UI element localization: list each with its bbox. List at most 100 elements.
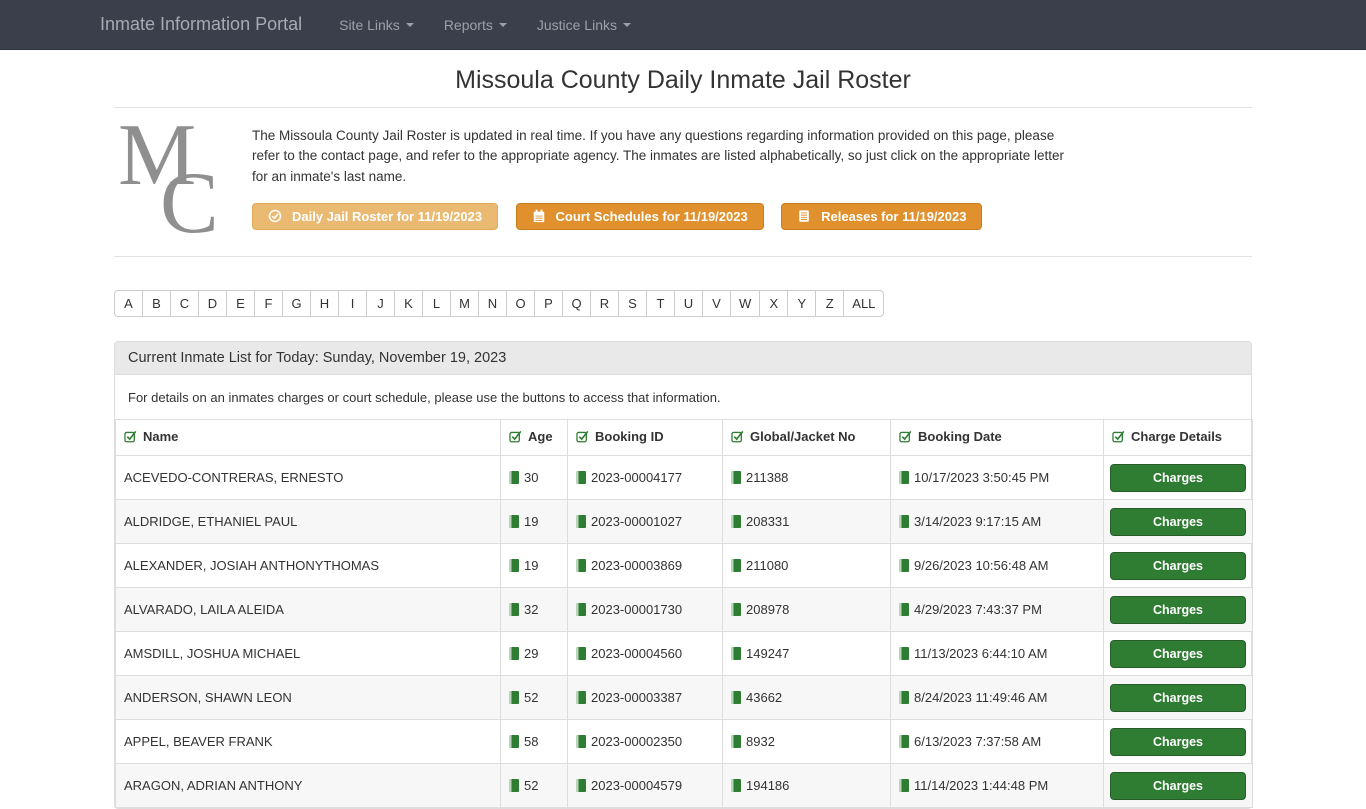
charges-button[interactable]: Charges (1110, 683, 1246, 712)
alphabet-letter-button[interactable]: D (198, 290, 227, 317)
top-navbar: Inmate Information Portal Site Links Rep… (0, 0, 1366, 50)
alphabet-letter-button[interactable]: Z (815, 290, 845, 317)
jacket-no-cell: 208331 (722, 499, 891, 544)
alphabet-letter-button[interactable]: C (170, 290, 199, 317)
charges-cell: Charges (1103, 719, 1253, 764)
table-row: ALEXANDER, JOSIAH ANTHONYTHOMAS 19 2023-… (115, 543, 1253, 588)
name-cell: AMSDILL, JOSHUA MICHAEL (115, 631, 501, 676)
age-cell: 52 (500, 763, 568, 808)
booking-date-cell: 10/17/2023 3:50:45 PM (890, 455, 1104, 500)
book-icon (509, 559, 519, 572)
charges-button[interactable]: Charges (1110, 507, 1246, 536)
age-cell: 19 (500, 543, 568, 588)
jacket-no-cell: 149247 (722, 631, 891, 676)
alphabet-letter-button[interactable]: J (366, 290, 395, 317)
daily-jail-roster-label: Daily Jail Roster for 11/19/2023 (292, 208, 483, 224)
charges-button[interactable]: Charges (1110, 463, 1246, 492)
nav-reports-label: Reports (443, 16, 493, 33)
caret-down-icon (405, 22, 414, 27)
age-cell: 30 (500, 455, 568, 500)
name-cell: ARAGON, ADRIAN ANTHONY (115, 763, 501, 808)
alphabet-letter-button[interactable]: A (114, 290, 143, 317)
inmate-table: Name Age Booking ID Global/Jacket No Boo… (115, 419, 1253, 808)
book-icon (899, 559, 909, 572)
table-row: ALDRIDGE, ETHANIEL PAUL 19 2023-00001027… (115, 499, 1253, 544)
nav-site-links[interactable]: Site Links (324, 17, 429, 33)
alphabet-letter-button[interactable]: V (702, 290, 731, 317)
charges-cell: Charges (1103, 675, 1253, 720)
caret-down-icon (623, 22, 631, 27)
alphabet-letter-button[interactable]: K (394, 290, 423, 317)
book-icon (899, 735, 909, 748)
alphabet-letter-button[interactable]: T (646, 290, 675, 317)
alphabet-nav: A B C D E F G H I J K L M N O P Q R S T … (114, 290, 1252, 317)
alphabet-letter-button[interactable]: W (730, 290, 761, 317)
alphabet-letter-button[interactable]: P (534, 290, 563, 317)
book-icon (899, 471, 909, 484)
alphabet-letter-button[interactable]: Y (787, 290, 817, 317)
alphabet-letter-button[interactable]: O (506, 290, 535, 317)
age-cell: 52 (500, 675, 568, 720)
alphabet-letter-button[interactable]: E (226, 290, 255, 317)
book-icon (576, 647, 586, 660)
charges-cell: Charges (1103, 499, 1253, 544)
charges-button[interactable]: Charges (1110, 727, 1246, 756)
book-icon (731, 779, 741, 792)
charges-cell: Charges (1103, 587, 1253, 632)
charges-button[interactable]: Charges (1110, 639, 1246, 668)
table-body: ACEVEDO-CONTRERAS, ERNESTO 30 2023-00004… (115, 455, 1253, 808)
alphabet-letter-button[interactable]: ALL (843, 290, 885, 317)
charges-cell: Charges (1103, 631, 1253, 676)
check-square-icon (899, 430, 912, 443)
age-cell: 19 (500, 499, 568, 544)
charges-button[interactable]: Charges (1110, 771, 1246, 800)
check-square-icon (1112, 430, 1125, 443)
jacket-no-cell: 211388 (722, 455, 891, 500)
book-icon (731, 515, 741, 528)
jacket-no-cell: 194186 (722, 763, 891, 808)
alphabet-letter-button[interactable]: H (310, 290, 339, 317)
action-button-row: Daily Jail Roster for 11/19/2023 Court S… (252, 202, 1252, 230)
book-icon (731, 559, 741, 572)
daily-jail-roster-button[interactable]: Daily Jail Roster for 11/19/2023 (252, 202, 499, 230)
nav-site-links-label: Site Links (339, 16, 400, 33)
alphabet-letter-button[interactable]: B (142, 290, 171, 317)
alphabet-letter-button[interactable]: F (254, 290, 283, 317)
alphabet-letter-button[interactable]: Q (562, 290, 591, 317)
book-icon (576, 515, 586, 528)
book-icon (576, 735, 586, 748)
table-row: ACEVEDO-CONTRERAS, ERNESTO 30 2023-00004… (115, 455, 1253, 500)
check-square-icon (124, 430, 137, 443)
table-row: AMSDILL, JOSHUA MICHAEL 29 2023-00004560… (115, 631, 1253, 676)
nav-justice-links[interactable]: Justice Links (522, 17, 646, 33)
brand-link[interactable]: Inmate Information Portal (100, 14, 302, 35)
alphabet-letter-button[interactable]: N (478, 290, 507, 317)
nav-reports[interactable]: Reports (429, 17, 522, 33)
table-header: Name Age Booking ID Global/Jacket No Boo… (115, 419, 1253, 456)
booking-id-cell: 2023-00003387 (567, 675, 723, 720)
mc-monogram-logo: M C (114, 112, 232, 248)
alphabet-letter-button[interactable]: X (759, 290, 789, 317)
alphabet-letter-button[interactable]: G (282, 290, 311, 317)
alphabet-letter-button[interactable]: M (450, 290, 479, 317)
booking-date-cell: 9/26/2023 10:56:48 AM (890, 543, 1104, 588)
alphabet-letter-button[interactable]: U (674, 290, 703, 317)
releases-button[interactable]: Releases for 11/19/2023 (781, 202, 983, 230)
alphabet-letter-button[interactable]: S (618, 290, 647, 317)
court-schedules-button[interactable]: Court Schedules for 11/19/2023 (515, 202, 764, 230)
booking-date-cell: 3/14/2023 9:17:15 AM (890, 499, 1104, 544)
intro-text: The Missoula County Jail Roster is updat… (252, 128, 1064, 184)
name-cell: ACEVEDO-CONTRERAS, ERNESTO (115, 455, 501, 500)
alphabet-letter-button[interactable]: L (422, 290, 451, 317)
booking-date-cell: 11/13/2023 6:44:10 AM (890, 631, 1104, 676)
charges-button[interactable]: Charges (1110, 595, 1246, 624)
calendar-icon (532, 209, 546, 223)
alphabet-letter-button[interactable]: I (338, 290, 367, 317)
check-square-icon (509, 430, 522, 443)
book-icon (509, 647, 519, 660)
charges-button[interactable]: Charges (1110, 551, 1246, 580)
alphabet-letter-button[interactable]: R (590, 290, 619, 317)
book-icon (731, 471, 741, 484)
column-header-charge-details: Charge Details (1103, 419, 1253, 456)
check-square-icon (731, 430, 744, 443)
